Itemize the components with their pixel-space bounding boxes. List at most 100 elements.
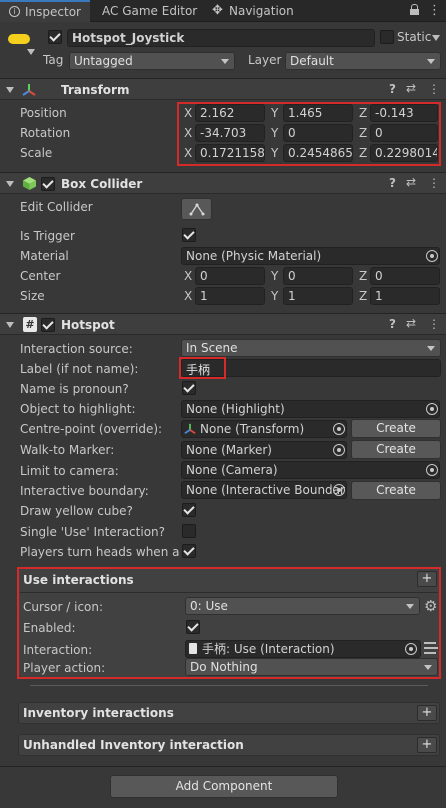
more-menu-icon[interactable]: ⋮ [428,176,440,190]
object-picker-icon[interactable] [426,403,438,415]
lock-icon[interactable] [410,4,419,15]
edit-collider-button[interactable] [181,198,212,220]
create-centre-point-button[interactable]: Create [351,419,441,438]
more-menu-icon[interactable]: ⋮ [428,3,441,18]
rotation-x-field[interactable]: -34.703 [195,124,265,142]
size-y-field[interactable]: 1 [283,287,353,305]
use-interactions-title: Use interactions [23,573,134,587]
name-is-pronoun-label: Name is pronoun? [20,382,129,396]
layer-dropdown[interactable]: Default [285,52,441,70]
players-turn-heads-checkbox[interactable] [182,544,196,558]
size-x-field[interactable]: 1 [195,287,265,305]
preset-icon[interactable]: ⇄ [406,81,416,95]
name-is-pronoun-checkbox[interactable] [182,381,196,395]
divider [0,766,446,767]
interactive-boundary-field[interactable]: None (Interactive Boundar [181,481,347,499]
hotspot-enabled-checkbox[interactable] [41,318,55,332]
interaction-field[interactable]: 手柄: Use (Interaction) [185,640,421,658]
inventory-interactions-title: Inventory interactions [23,706,174,720]
script-icon: # [23,317,37,332]
help-icon[interactable]: ? [389,176,396,190]
create-interactive-boundary-button[interactable]: Create [351,481,441,500]
add-use-interaction-button[interactable]: + [417,571,437,587]
position-y-field[interactable]: 1.465 [283,104,353,122]
edit-interaction-icon[interactable] [424,640,438,656]
position-x-field[interactable]: 2.162 [195,104,265,122]
walk-to-marker-field[interactable]: None (Marker) [181,441,347,459]
hotspot-header[interactable]: # Hotspot ? ⇄ ⋮ [0,313,446,335]
object-picker-icon[interactable] [333,484,345,496]
edit-collider-icon [189,203,204,216]
axis-z-label: Z [359,269,368,283]
center-x-field[interactable]: 0 [195,267,265,285]
axis-y-label: Y [271,269,279,283]
info-icon: i [9,6,20,17]
interaction-object-icon [189,643,197,654]
centre-point-label: Centre-point (override): [20,422,163,436]
tab-ac-game-editor[interactable]: AC Game Editor [94,0,204,22]
tab-navigation[interactable]: ✥ Navigation [206,0,316,22]
active-checkbox[interactable] [48,30,62,44]
divider [20,592,438,593]
object-picker-icon[interactable] [333,444,345,456]
static-dropdown-chevron-icon[interactable] [432,35,440,41]
rotation-z-field[interactable]: 0 [370,124,438,142]
interaction-label: Interaction: [23,643,93,657]
scale-z-field[interactable]: 0.2298014 [370,144,438,162]
tab-inspector[interactable]: i Inspector [0,0,90,22]
cursor-icon-dropdown[interactable]: 0: Use [185,597,420,615]
layer-label: Layer [248,53,282,67]
position-z-field[interactable]: -0.143 [370,104,438,122]
scale-x-field[interactable]: 0.1721158 [195,144,265,162]
centre-point-value: None (Transform) [200,422,305,436]
axis-y-label: Y [271,106,279,120]
more-menu-icon[interactable]: ⋮ [428,82,440,96]
add-component-button[interactable]: Add Component [110,775,338,798]
limit-to-camera-field[interactable]: None (Camera) [181,461,440,479]
enabled-label: Enabled: [23,621,76,635]
help-icon[interactable]: ? [389,317,396,331]
object-picker-icon[interactable] [333,423,345,435]
rotation-y-field[interactable]: 0 [283,124,353,142]
center-z-field[interactable]: 0 [370,267,440,285]
fold-chevron-icon [6,87,14,93]
centre-point-field[interactable]: None (Transform) [181,420,347,438]
center-label: Center [20,269,61,283]
gear-icon[interactable]: ⚙ [424,597,437,615]
box-collider-header[interactable]: Box Collider ? ⇄ ⋮ [0,172,446,194]
interaction-source-dropdown[interactable]: In Scene [181,339,441,357]
single-use-interaction-checkbox[interactable] [182,524,196,538]
help-icon[interactable]: ? [389,82,396,96]
add-inventory-interaction-button[interactable]: + [417,705,437,721]
tab-bar: i Inspector AC Game Editor ✥ Navigation … [0,0,446,22]
create-walk-to-marker-button[interactable]: Create [351,440,441,459]
object-name-field[interactable]: Hotspot_Joystick [67,29,375,47]
object-to-highlight-field[interactable]: None (Highlight) [181,400,440,418]
object-picker-icon[interactable] [426,464,438,476]
icon-dropdown-chevron-icon[interactable] [27,49,35,55]
single-use-interaction-label: Single 'Use' Interaction? [20,525,166,539]
transform-icon [22,84,36,96]
more-menu-icon[interactable]: ⋮ [428,317,440,331]
position-label: Position [20,106,67,120]
tag-dropdown[interactable]: Untagged [69,52,235,70]
static-checkbox[interactable] [380,30,394,44]
add-unhandled-inventory-button[interactable]: + [417,737,437,753]
transform-header[interactable]: Transform ? ⇄ ⋮ [0,78,446,100]
material-field[interactable]: None (Physic Material) [181,247,440,265]
enabled-checkbox[interactable] [186,620,200,634]
object-picker-icon[interactable] [405,643,417,655]
preset-icon[interactable]: ⇄ [406,175,416,189]
object-picker-icon[interactable] [426,250,438,262]
is-trigger-checkbox[interactable] [182,228,196,242]
axis-x-label: X [184,106,193,120]
preset-icon[interactable]: ⇄ [406,316,416,330]
material-label: Material [20,249,69,263]
player-action-dropdown[interactable]: Do Nothing [185,658,438,676]
limit-to-camera-label: Limit to camera: [20,464,119,478]
draw-yellow-cube-checkbox[interactable] [182,503,196,517]
box-collider-enabled-checkbox[interactable] [41,177,55,191]
scale-y-field[interactable]: 0.2454865 [283,144,353,162]
size-z-field[interactable]: 1 [370,287,440,305]
center-y-field[interactable]: 0 [283,267,353,285]
